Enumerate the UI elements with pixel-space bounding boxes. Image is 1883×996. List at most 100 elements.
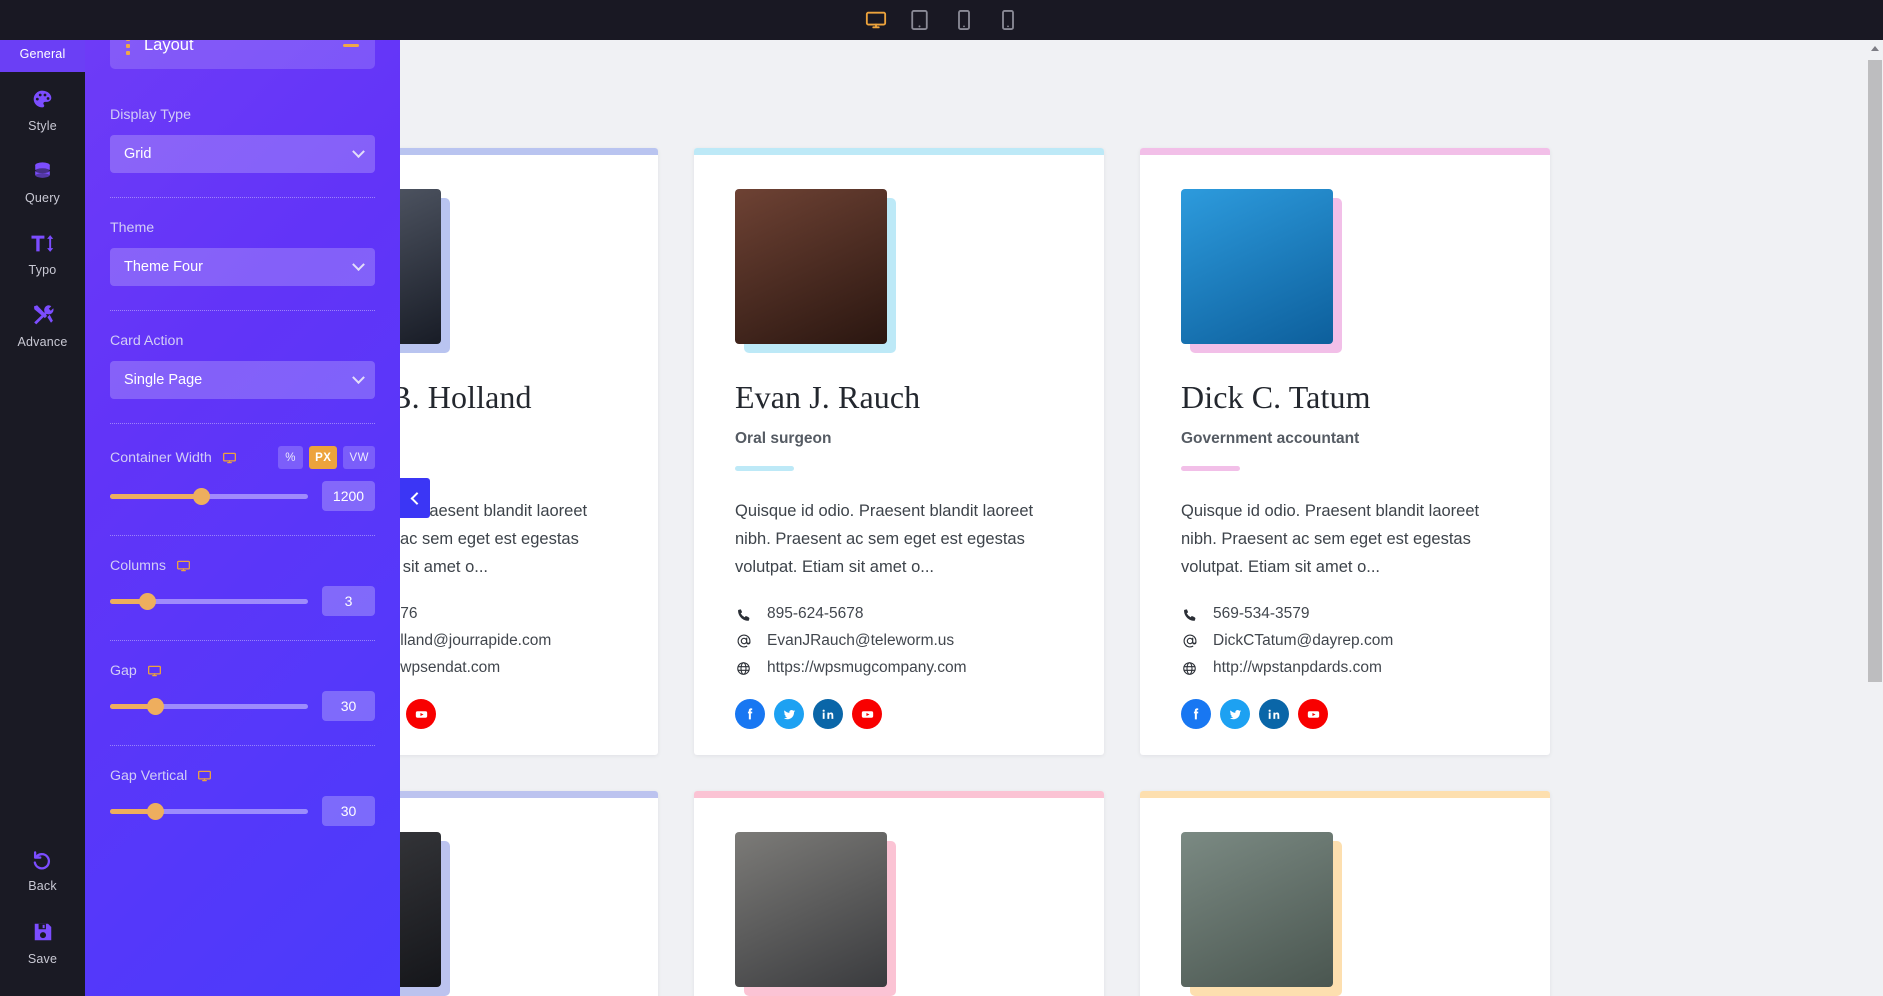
chevron-down-icon xyxy=(352,258,365,272)
container-width-slider[interactable] xyxy=(110,487,308,505)
social-youtube-icon[interactable] xyxy=(1298,699,1328,730)
divider xyxy=(110,423,375,424)
panel-collapse-toggle[interactable] xyxy=(400,478,430,518)
team-member-card[interactable]: Evan J. Rauch Oral surgeon Quisque id odio… xyxy=(694,148,1104,756)
device-mobile-icon[interactable] xyxy=(995,7,1021,33)
contact-phone-row[interactable]: 569-534-3579 xyxy=(1181,605,1509,623)
slider-fill xyxy=(110,493,202,499)
unit-percent[interactable]: % xyxy=(278,446,304,469)
canvas-scrollbar[interactable] xyxy=(1866,40,1883,996)
gap-vertical-value[interactable]: 30 xyxy=(322,796,375,826)
device-tablet-icon[interactable] xyxy=(907,7,933,33)
divider xyxy=(110,640,375,641)
gap-value[interactable]: 30 xyxy=(322,691,375,721)
social-twitter-icon[interactable] xyxy=(1220,699,1250,730)
field-display-type: Display Type Grid xyxy=(110,107,375,173)
gap-vertical-slider-row: 30 xyxy=(110,796,375,826)
display-type-select[interactable]: Grid xyxy=(110,135,375,173)
container-width-slider-row: 1200 xyxy=(110,481,375,511)
contact-website-row[interactable]: http://wpstanpdards.com xyxy=(1181,659,1509,677)
member-contact-list: 895-624-5678 EvanJRauch@teleworm.us https:… xyxy=(735,605,1063,677)
member-bio: Quisque id odio. Praesent blandit laoree… xyxy=(735,502,1034,577)
rail-label-advance: Advance xyxy=(17,335,68,349)
rail-bottom-group: Back Save xyxy=(0,828,85,996)
divider xyxy=(110,535,375,536)
responsive-desktop-icon[interactable] xyxy=(197,769,212,783)
rail-item-typo[interactable]: Typo xyxy=(0,216,85,288)
responsive-desktop-icon[interactable] xyxy=(176,559,191,573)
team-member-card[interactable] xyxy=(1140,791,1550,996)
columns-slider[interactable] xyxy=(110,592,308,610)
device-desktop-icon[interactable] xyxy=(863,7,889,33)
tools-icon xyxy=(30,302,56,328)
columns-label-row: Columns xyxy=(110,558,375,574)
field-columns: Columns 3 xyxy=(110,558,375,616)
member-photo xyxy=(735,189,887,344)
accent-rule xyxy=(735,466,794,472)
palette-icon xyxy=(30,86,56,112)
member-contact-list: 569-534-3579 DickCTatum@dayrep.com http://… xyxy=(1181,605,1509,677)
device-preview-switcher xyxy=(863,0,1021,40)
responsive-desktop-icon[interactable] xyxy=(222,451,237,465)
device-mobile-landscape-icon[interactable] xyxy=(951,7,977,33)
rail-item-advance[interactable]: Advance xyxy=(0,288,85,360)
field-card-action: Card Action Single Page xyxy=(110,333,375,399)
contact-email: DickCTatum@dayrep.com xyxy=(1213,632,1394,650)
field-container-width: Container Width % PX VW 1200 xyxy=(110,446,375,511)
gap-vertical-label: Gap Vertical xyxy=(110,768,188,784)
card-action-value: Single Page xyxy=(124,372,203,388)
social-linkedin-icon[interactable] xyxy=(813,699,843,730)
social-youtube-icon[interactable] xyxy=(406,699,436,730)
at-sign-icon xyxy=(735,633,752,649)
member-photo-wrap xyxy=(1181,832,1342,996)
chevron-left-icon xyxy=(410,491,423,505)
rail-label-query: Query xyxy=(24,191,61,205)
team-member-card[interactable] xyxy=(694,791,1104,996)
scrollbar-thumb[interactable] xyxy=(1868,60,1882,682)
contact-website-row[interactable]: https://wpsmugcompany.com xyxy=(735,659,1063,677)
unit-vw[interactable]: VW xyxy=(343,446,375,469)
phone-icon xyxy=(735,607,752,622)
theme-select[interactable]: Theme Four xyxy=(110,248,375,286)
rail-item-query[interactable]: Query xyxy=(0,144,85,216)
slider-knob[interactable] xyxy=(139,592,157,610)
card-action-select[interactable]: Single Page xyxy=(110,361,375,399)
social-facebook-icon[interactable] xyxy=(1181,699,1211,730)
rail-item-style[interactable]: Style xyxy=(0,72,85,144)
container-width-value[interactable]: 1200 xyxy=(322,481,375,511)
unit-px[interactable]: PX xyxy=(309,446,338,469)
member-role: Government accountant xyxy=(1181,430,1360,448)
social-twitter-icon[interactable] xyxy=(774,699,804,730)
scroll-up-arrow-icon[interactable] xyxy=(1866,40,1883,57)
gap-slider[interactable] xyxy=(110,697,308,715)
rail-item-save[interactable]: Save xyxy=(0,901,85,974)
database-icon xyxy=(30,158,56,184)
top-toolbar xyxy=(0,0,1883,40)
rail-item-back[interactable]: Back xyxy=(0,828,85,901)
contact-email-row[interactable]: EvanJRauch@teleworm.us xyxy=(735,632,1063,650)
social-links xyxy=(735,699,1063,730)
slider-knob[interactable] xyxy=(147,697,165,715)
contact-email-row[interactable]: DickCTatum@dayrep.com xyxy=(1181,632,1509,650)
card-action-label: Card Action xyxy=(110,333,184,349)
columns-value[interactable]: 3 xyxy=(322,586,375,616)
team-member-card[interactable]: Dick C. Tatum Government accountant Quisqu… xyxy=(1140,148,1550,756)
rail-label-general: General xyxy=(19,47,66,61)
card-accent-bar xyxy=(694,791,1104,799)
gap-vertical-slider[interactable] xyxy=(110,802,308,820)
responsive-desktop-icon[interactable] xyxy=(147,664,162,678)
team-card-grid: Ronald B. HollandDirectorQuisque id odio… xyxy=(248,148,1803,996)
gap-vertical-label-row: Gap Vertical xyxy=(110,768,375,784)
theme-label: Theme xyxy=(110,220,155,236)
slider-knob[interactable] xyxy=(192,487,210,505)
collapse-minus-icon[interactable] xyxy=(343,44,359,47)
card-accent-bar xyxy=(694,148,1104,155)
field-gap-vertical: Gap Vertical 30 xyxy=(110,768,375,826)
social-facebook-icon[interactable] xyxy=(735,699,765,730)
social-youtube-icon[interactable] xyxy=(852,699,882,730)
left-icon-rail: General Style Query Typo Advance Back Sa… xyxy=(0,0,85,996)
member-photo-wrap xyxy=(735,189,896,353)
contact-phone-row[interactable]: 895-624-5678 xyxy=(735,605,1063,623)
slider-knob[interactable] xyxy=(147,802,165,820)
social-linkedin-icon[interactable] xyxy=(1259,699,1289,730)
